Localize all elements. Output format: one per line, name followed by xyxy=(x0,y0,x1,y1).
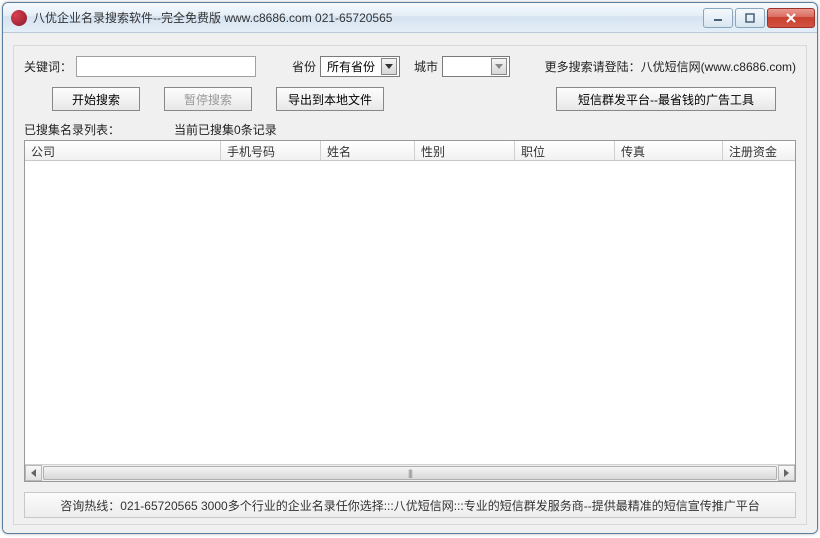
footer-bar: 咨询热线：021-65720565 3000多个行业的企业名录任你选择:::八优… xyxy=(24,492,796,518)
col-company[interactable]: 公司 xyxy=(25,141,221,160)
city-select[interactable] xyxy=(442,56,510,77)
horizontal-scrollbar[interactable]: ||| xyxy=(25,464,795,481)
results-table: 公司 手机号码 姓名 性别 职位 传真 注册资金 ||| xyxy=(24,140,796,482)
main-panel: 关键词： 省份 所有省份 城市 xyxy=(13,45,807,525)
col-mobile[interactable]: 手机号码 xyxy=(221,141,321,160)
more-search-label: 更多搜索请登陆：八优短信网(www.c8686.com) xyxy=(545,58,796,75)
chevron-down-icon xyxy=(381,58,397,75)
col-name[interactable]: 姓名 xyxy=(321,141,415,160)
collected-status: 当前已搜集0条记录 xyxy=(174,121,277,138)
app-window: 八优企业名录搜索软件--完全免费版 www.c8686.com 021-6572… xyxy=(2,2,818,534)
footer-text: 咨询热线：021-65720565 3000多个行业的企业名录任你选择:::八优… xyxy=(60,497,759,514)
search-row: 关键词： 省份 所有省份 城市 xyxy=(24,56,796,77)
window-title: 八优企业名录搜索软件--完全免费版 www.c8686.com 021-6572… xyxy=(33,9,703,26)
city-label: 城市 xyxy=(414,58,438,75)
close-button[interactable] xyxy=(767,8,815,28)
scroll-left-button[interactable] xyxy=(25,465,42,481)
maximize-button[interactable] xyxy=(735,8,765,28)
keyword-label: 关键词： xyxy=(24,58,72,75)
collected-list-label: 已搜集名录列表： xyxy=(24,121,120,138)
province-selected: 所有省份 xyxy=(323,58,379,75)
col-fax[interactable]: 传真 xyxy=(615,141,723,160)
chevron-down-icon xyxy=(491,58,507,75)
list-header-row: 已搜集名录列表： 当前已搜集0条记录 xyxy=(24,121,796,138)
col-capital[interactable]: 注册资金 xyxy=(723,141,795,160)
table-header: 公司 手机号码 姓名 性别 职位 传真 注册资金 xyxy=(25,141,795,161)
titlebar[interactable]: 八优企业名录搜索软件--完全免费版 www.c8686.com 021-6572… xyxy=(3,3,817,33)
province-label: 省份 xyxy=(292,58,316,75)
keyword-input[interactable] xyxy=(76,56,256,77)
scroll-thumb[interactable]: ||| xyxy=(43,466,777,480)
sms-platform-button[interactable]: 短信群发平台--最省钱的广告工具 xyxy=(556,87,776,111)
window-controls xyxy=(703,8,815,28)
col-position[interactable]: 职位 xyxy=(515,141,615,160)
col-gender[interactable]: 性别 xyxy=(415,141,515,160)
app-icon xyxy=(11,10,27,26)
scroll-right-button[interactable] xyxy=(778,465,795,481)
minimize-button[interactable] xyxy=(703,8,733,28)
scroll-track[interactable]: ||| xyxy=(42,465,778,481)
table-body xyxy=(25,161,795,464)
pause-search-button: 暂停搜索 xyxy=(164,87,252,111)
start-search-button[interactable]: 开始搜索 xyxy=(52,87,140,111)
export-button[interactable]: 导出到本地文件 xyxy=(276,87,384,111)
province-select[interactable]: 所有省份 xyxy=(320,56,400,77)
client-area: 关键词： 省份 所有省份 城市 xyxy=(3,33,817,533)
button-row: 开始搜索 暂停搜索 导出到本地文件 短信群发平台--最省钱的广告工具 xyxy=(24,87,796,111)
